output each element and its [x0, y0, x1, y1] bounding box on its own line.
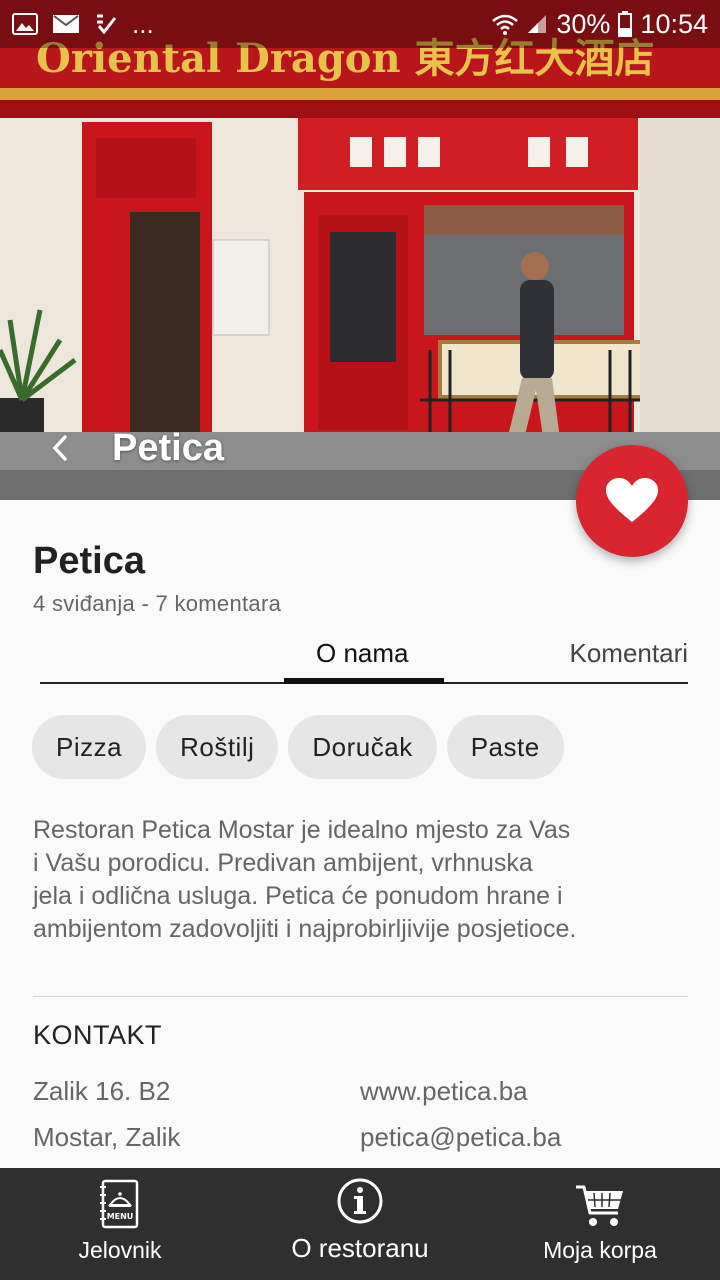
status-bar: ... 30% 10:54 [0, 0, 720, 48]
heart-icon [606, 478, 658, 522]
contact-email[interactable]: petica@petica.ba [360, 1122, 561, 1153]
back-arrow-icon [52, 435, 67, 461]
signal-icon [528, 15, 547, 33]
cart-icon [576, 1185, 623, 1226]
nav-about[interactable]: O restoranu [240, 1168, 480, 1280]
status-time: 10:54 [640, 8, 708, 39]
mail-icon [53, 15, 79, 33]
tab-bar: O nama Komentari [40, 632, 688, 684]
tab-indicator [284, 678, 444, 684]
nav-menu[interactable]: MENU Jelovnik [0, 1168, 240, 1280]
hero-title: Petica [112, 426, 224, 469]
status-more: ... [132, 8, 154, 39]
restaurant-stats: 4 sviđanja - 7 komentara [33, 591, 282, 616]
battery-percent: 30% [556, 8, 611, 39]
divider [33, 996, 688, 997]
task-check-icon [97, 14, 117, 35]
nav-cart[interactable]: Moja korpa [480, 1168, 720, 1280]
nav-about-label: O restoranu [291, 1233, 429, 1263]
restaurant-name: Petica [33, 540, 145, 582]
contact-address-line1: Zalik 16. B2 [33, 1076, 171, 1106]
gallery-icon [12, 13, 38, 35]
chip-rostilj[interactable]: Roštilj [156, 715, 279, 779]
contact-website[interactable]: www.petica.ba [360, 1076, 528, 1107]
tab-comments[interactable]: Komentari [570, 638, 689, 669]
info-icon [337, 1178, 383, 1224]
chip-pizza[interactable]: Pizza [32, 715, 147, 779]
battery-icon [618, 11, 633, 37]
back-button[interactable] [40, 423, 80, 473]
category-chips: Pizza Roštilj Doručak Paste [32, 715, 564, 779]
restaurant-description: Restoran Petica Mostar je idealno mjesto… [33, 816, 577, 943]
hero-image: Oriental Dragon 東方红大酒店 ... 30% 10:54 Pet… [0, 0, 720, 500]
bottom-navigation: MENU Jelovnik O restoranu Moja korpa [0, 1168, 720, 1280]
chip-paste[interactable]: Paste [446, 715, 564, 779]
wifi-icon [492, 14, 519, 35]
contact-title: KONTAKT [33, 1020, 163, 1050]
favorite-button[interactable] [576, 445, 688, 557]
chip-dorucak[interactable]: Doručak [288, 715, 437, 779]
svg-text:MENU: MENU [107, 1212, 134, 1221]
contact-address-line2: Mostar, Zalik [33, 1122, 181, 1152]
menu-book-icon: MENU [100, 1179, 139, 1229]
tab-about[interactable]: O nama [316, 638, 409, 669]
nav-menu-label: Jelovnik [78, 1237, 162, 1263]
nav-cart-label: Moja korpa [543, 1237, 657, 1263]
